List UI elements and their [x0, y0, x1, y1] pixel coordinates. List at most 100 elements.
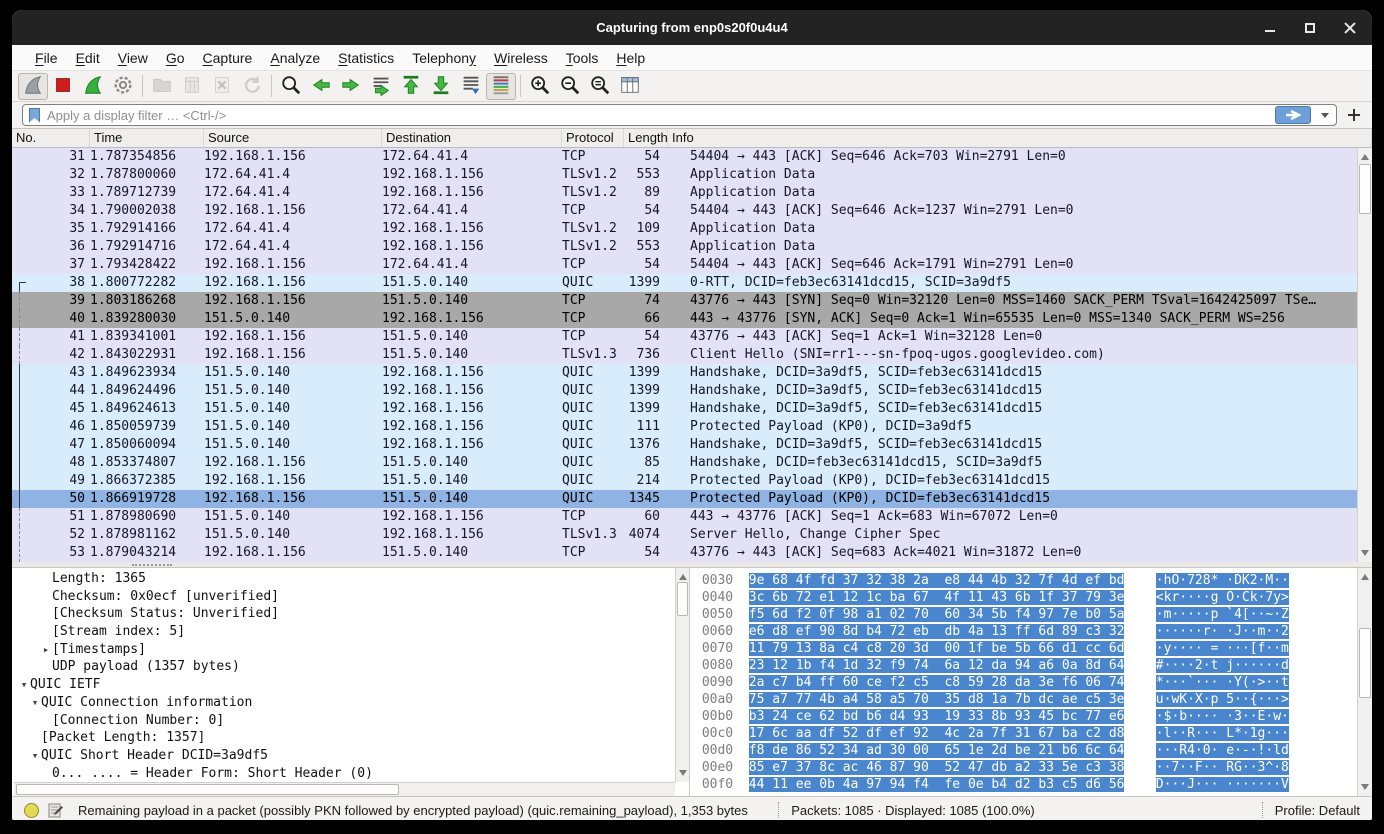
display-filter-input[interactable] — [47, 108, 1268, 123]
scrollbar-thumb[interactable] — [677, 582, 688, 616]
detail-tree-item[interactable]: ▾QUIC Short Header DCID=3a9df5 — [14, 747, 674, 765]
menu-tools[interactable]: Tools — [557, 47, 608, 69]
zoom-in-button[interactable] — [525, 73, 555, 100]
detail-vertical-scrollbar[interactable] — [675, 568, 689, 782]
splitter-grip-icon[interactable] — [132, 564, 172, 566]
packet-row-52[interactable]: 521.878981162151.5.0.140192.168.1.156TLS… — [12, 526, 1357, 544]
packet-row-45[interactable]: 451.849624613151.5.0.140192.168.1.156QUI… — [12, 400, 1357, 418]
scroll-up-icon[interactable] — [1361, 154, 1369, 160]
minimize-icon[interactable] — [1264, 22, 1276, 34]
expander-open-icon[interactable]: ▾ — [29, 747, 41, 765]
menu-view[interactable]: View — [109, 47, 157, 69]
packet-row-40[interactable]: 401.839280030151.5.0.140192.168.1.156TCP… — [12, 310, 1357, 328]
menu-go[interactable]: Go — [157, 47, 194, 69]
column-header-destination[interactable]: Destination — [382, 129, 562, 147]
hex-row-00d0[interactable]: 00d0 f8 de 86 52 34 ad 30 00 65 1e 2d be… — [694, 742, 1356, 759]
packet-row-46[interactable]: 461.850059739151.5.0.140192.168.1.156QUI… — [12, 418, 1357, 436]
hex-row-00a0[interactable]: 00a0 75 a7 77 4b a4 58 a5 70 35 d8 1a 7b… — [694, 691, 1356, 708]
packet-row-38[interactable]: 381.800772282192.168.1.156151.5.0.140QUI… — [12, 274, 1357, 292]
scroll-down-icon[interactable] — [1361, 784, 1369, 790]
profile-text[interactable]: Profile: Default — [1275, 803, 1360, 818]
packet-row-44[interactable]: 441.849624496151.5.0.140192.168.1.156QUI… — [12, 382, 1357, 400]
file-close-button[interactable] — [207, 73, 237, 100]
detail-tree-item[interactable]: ▸[Timestamps] — [14, 641, 674, 659]
scroll-down-icon[interactable] — [679, 770, 687, 776]
packet-row-37[interactable]: 371.793428422192.168.1.156172.64.41.4TCP… — [12, 256, 1357, 274]
hex-row-0080[interactable]: 0080 23 12 1b f4 1d 32 f9 74 6a 12 da 94… — [694, 657, 1356, 674]
scrollbar-thumb[interactable] — [1359, 628, 1371, 698]
go-last-button[interactable] — [426, 73, 456, 100]
capture-comment-icon[interactable] — [48, 802, 64, 818]
add-filter-button[interactable] — [1344, 105, 1364, 125]
go-previous-button[interactable] — [306, 73, 336, 100]
hex-row-0090[interactable]: 0090 2a c7 b4 ff 60 ce f2 c5 c8 59 28 da… — [694, 674, 1356, 691]
hex-row-00c0[interactable]: 00c0 17 6c aa df 52 df ef 92 4c 2a 7f 31… — [694, 725, 1356, 742]
column-header-length[interactable]: Length — [624, 129, 668, 147]
menu-telephony[interactable]: Telephony — [403, 47, 485, 69]
packet-row-31[interactable]: 311.787354856192.168.1.156172.64.41.4TCP… — [12, 148, 1357, 166]
scrollbar-thumb[interactable] — [1359, 164, 1371, 214]
packet-row-50[interactable]: 501.866919728192.168.1.156151.5.0.140QUI… — [12, 490, 1357, 508]
menu-help[interactable]: Help — [607, 47, 654, 69]
packet-row-42[interactable]: 421.843022931192.168.1.156151.5.0.140TLS… — [12, 346, 1357, 364]
detail-tree-item[interactable]: [Connection Number: 0] — [14, 712, 674, 730]
hex-row-0040[interactable]: 0040 3c 6b 72 e1 12 1c ba 67 4f 11 43 6b… — [694, 589, 1356, 606]
hex-row-00b0[interactable]: 00b0 b3 24 ce 62 bd b6 d4 93 19 33 8b 93… — [694, 708, 1356, 725]
packet-row-53[interactable]: 531.879043214192.168.1.156151.5.0.140TCP… — [12, 544, 1357, 562]
column-header-time[interactable]: Time — [90, 129, 204, 147]
menu-capture[interactable]: Capture — [194, 47, 262, 69]
detail-tree-item[interactable]: Length: 1365 — [14, 570, 674, 588]
scroll-up-icon[interactable] — [679, 574, 687, 580]
packet-row-33[interactable]: 331.789712739172.64.41.4192.168.1.156TLS… — [12, 184, 1357, 202]
capture-options-button[interactable] — [108, 73, 138, 100]
scroll-up-icon[interactable] — [1361, 574, 1369, 580]
column-header-info[interactable]: Info — [668, 129, 1372, 147]
scrollbar-thumb[interactable] — [16, 784, 399, 795]
detail-tree-item[interactable]: ▾QUIC IETF — [14, 676, 674, 694]
display-filter-box[interactable] — [22, 104, 1337, 126]
packet-row-39[interactable]: 391.803186268192.168.1.156151.5.0.140TCP… — [12, 292, 1357, 310]
packet-row-36[interactable]: 361.792914716172.64.41.4192.168.1.156TLS… — [12, 238, 1357, 256]
expander-closed-icon[interactable]: ▸ — [40, 641, 52, 659]
detail-tree-item[interactable]: [Checksum Status: Unverified] — [14, 605, 674, 623]
menu-file[interactable]: File — [26, 47, 67, 69]
column-header-no[interactable]: No. — [12, 129, 90, 147]
packet-row-47[interactable]: 471.850060094151.5.0.140192.168.1.156QUI… — [12, 436, 1357, 454]
file-open-button[interactable] — [147, 73, 177, 100]
detail-tree-item[interactable]: [Stream index: 5] — [14, 623, 674, 641]
apply-filter-button[interactable] — [1275, 106, 1311, 124]
detail-tree-item[interactable]: ▾QUIC Connection information — [14, 694, 674, 712]
filter-dropdown-icon[interactable] — [1321, 113, 1329, 118]
file-reload-button[interactable] — [237, 73, 267, 100]
packet-row-32[interactable]: 321.787800060172.64.41.4192.168.1.156TLS… — [12, 166, 1357, 184]
packet-row-34[interactable]: 341.790002038192.168.1.156172.64.41.4TCP… — [12, 202, 1357, 220]
packet-row-41[interactable]: 411.839341001192.168.1.156151.5.0.140TCP… — [12, 328, 1357, 346]
expander-open-icon[interactable]: ▾ — [18, 676, 30, 694]
detail-tree-item[interactable]: Checksum: 0x0ecf [unverified] — [14, 588, 674, 606]
detail-tree-item[interactable]: UDP payload (1357 bytes) — [14, 658, 674, 676]
capture-restart-button[interactable] — [78, 73, 108, 100]
find-packet-button[interactable] — [276, 73, 306, 100]
go-first-button[interactable] — [396, 73, 426, 100]
menu-statistics[interactable]: Statistics — [329, 47, 403, 69]
hex-row-0060[interactable]: 0060 e6 d8 ef 90 8d b4 72 eb db 4a 13 ff… — [694, 623, 1356, 640]
zoom-original-button[interactable] — [585, 73, 615, 100]
file-save-button[interactable] — [177, 73, 207, 100]
packet-row-35[interactable]: 351.792914166172.64.41.4192.168.1.156TLS… — [12, 220, 1357, 238]
packet-list-scrollbar[interactable] — [1357, 148, 1372, 562]
resize-columns-button[interactable] — [615, 73, 645, 100]
go-next-button[interactable] — [336, 73, 366, 100]
menu-analyze[interactable]: Analyze — [261, 47, 329, 69]
menu-edit[interactable]: Edit — [67, 47, 109, 69]
packet-row-49[interactable]: 491.866372385192.168.1.156151.5.0.140QUI… — [12, 472, 1357, 490]
zoom-out-button[interactable] — [555, 73, 585, 100]
hex-row-0030[interactable]: 0030 9e 68 4f fd 37 32 38 2a e8 44 4b 32… — [694, 572, 1356, 589]
packet-row-43[interactable]: 431.849623934151.5.0.140192.168.1.156QUI… — [12, 364, 1357, 382]
packet-row-51[interactable]: 511.878980690151.5.0.140192.168.1.156TCP… — [12, 508, 1357, 526]
hex-row-0070[interactable]: 0070 11 79 13 8a c4 c8 20 3d 00 1f be 5b… — [694, 640, 1356, 657]
expert-info-icon[interactable] — [24, 803, 39, 818]
scroll-down-icon[interactable] — [1361, 550, 1369, 556]
go-to-packet-button[interactable] — [366, 73, 396, 100]
bytes-vertical-scrollbar[interactable] — [1357, 568, 1372, 796]
maximize-icon[interactable] — [1304, 22, 1316, 34]
